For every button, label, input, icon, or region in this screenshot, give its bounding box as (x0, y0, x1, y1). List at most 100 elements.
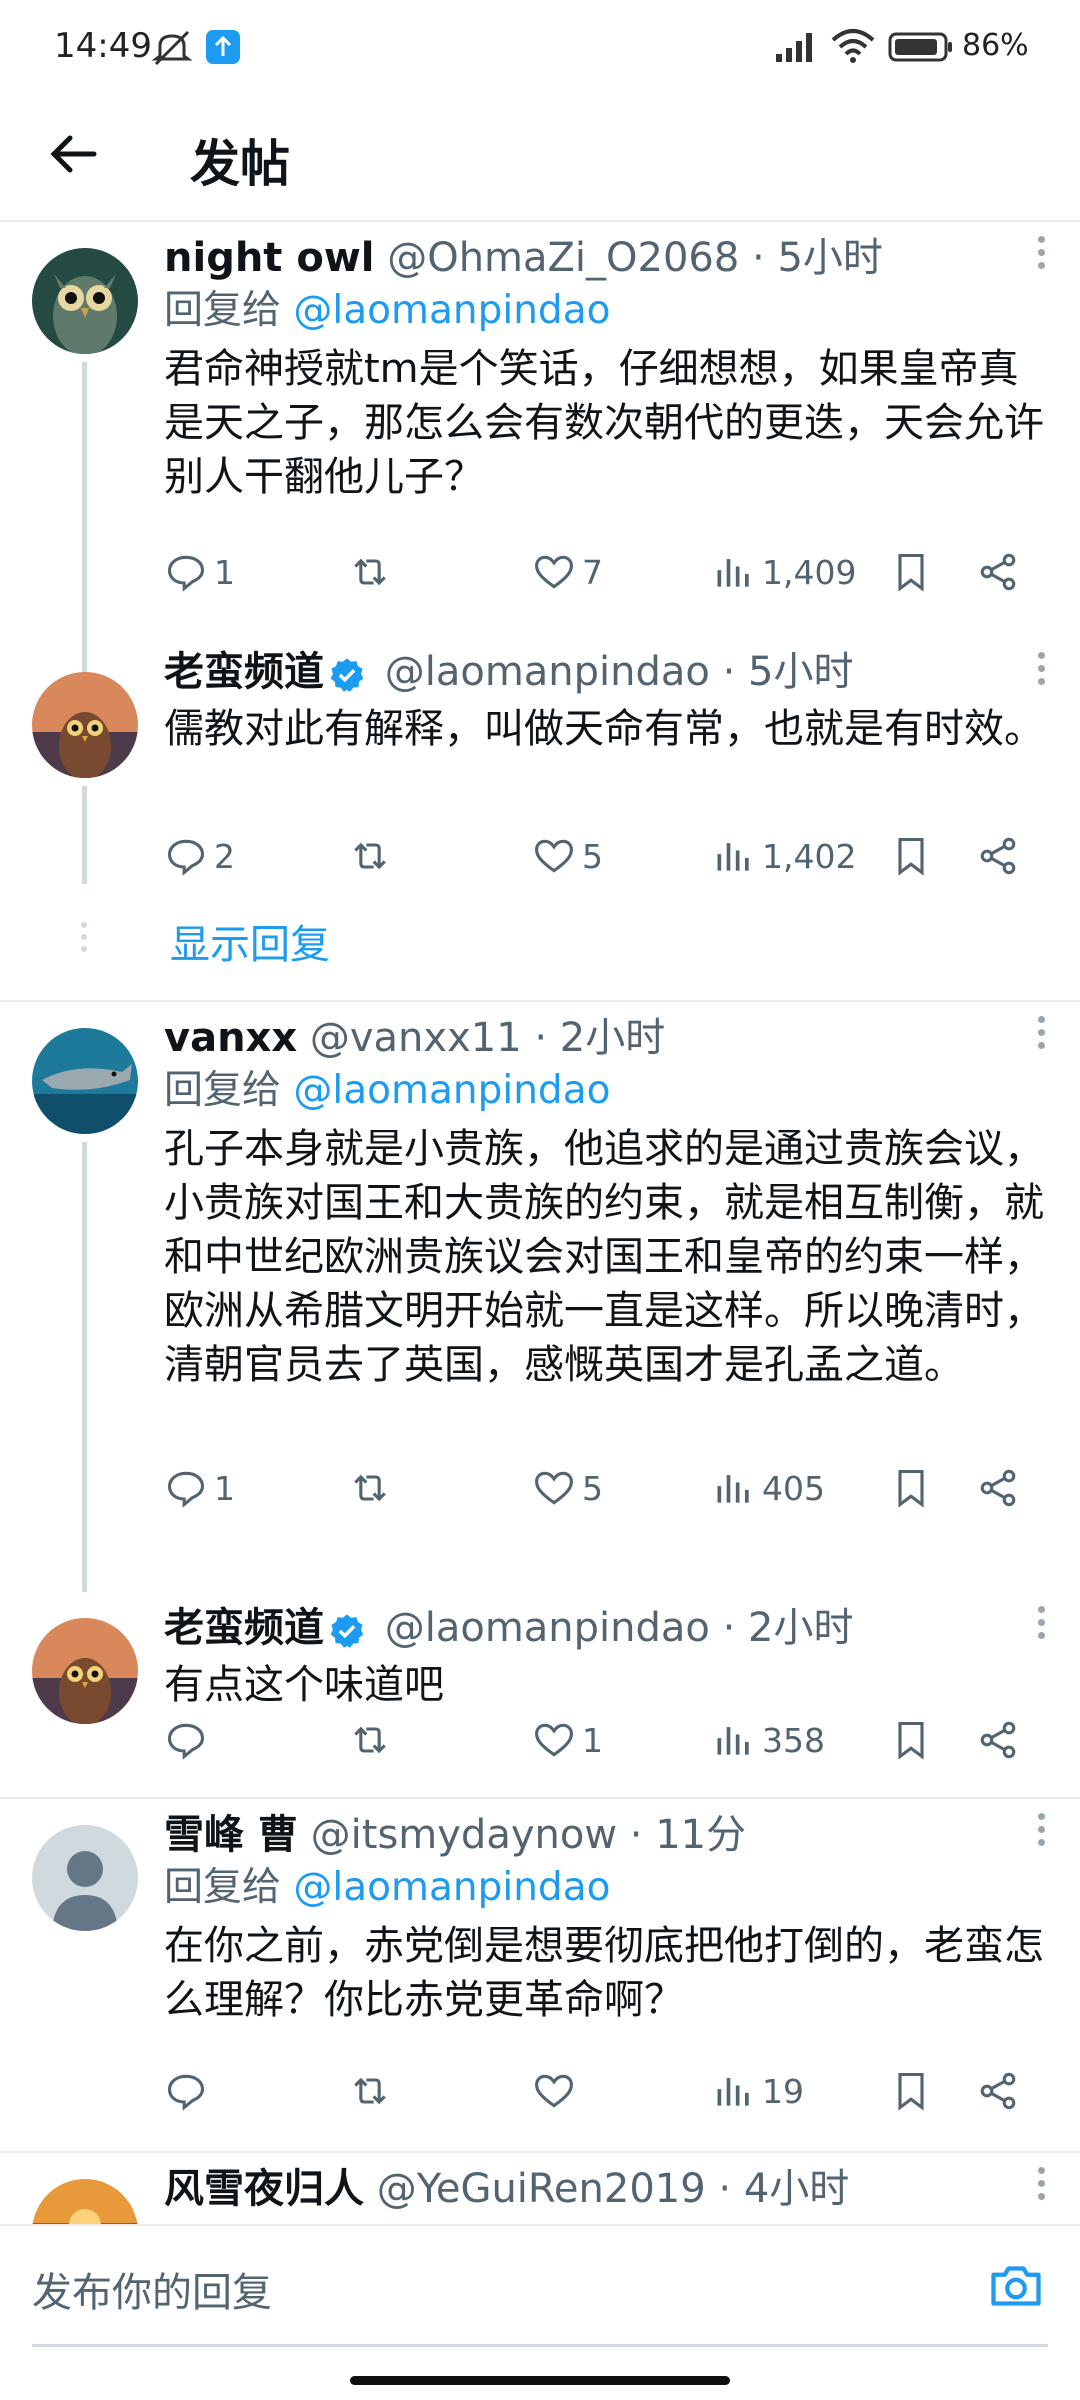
author-handle[interactable]: @itsmydaynow (311, 1812, 617, 1858)
author-name[interactable]: 风雪夜归人 (164, 2166, 364, 2212)
author-name[interactable]: vanxx (164, 1015, 297, 1061)
reply-icon (167, 1723, 205, 1760)
reply-button[interactable]: 1 (164, 542, 235, 602)
views-chart-icon (717, 1727, 749, 1755)
retweet-icon (354, 842, 386, 870)
views-button[interactable]: 1,409 (712, 542, 856, 602)
wifi-icon (830, 28, 876, 68)
avatar[interactable] (32, 248, 138, 354)
reply-feed: night owl @OhmaZi_O2068 · 5小时 回复给 @laoma… (0, 222, 1080, 2224)
bookmark-button[interactable] (889, 542, 933, 602)
reply-to-line: 回复给 @laomanpindao (164, 284, 1052, 338)
heart-icon (535, 555, 573, 589)
author-handle[interactable]: @laomanpindao (385, 649, 710, 695)
reply-input-placeholder[interactable]: 发布你的回复 (32, 2260, 272, 2318)
status-time: 14:49 (54, 26, 152, 66)
share-button[interactable] (976, 1710, 1020, 1770)
reply-to-line: 回复给 @laomanpindao (164, 1064, 1052, 1118)
tweet-content: 老蛮频道 @laomanpindao · 2小时 有点这个味道吧 (164, 1602, 1052, 1712)
like-button[interactable]: 5 (532, 826, 603, 886)
bookmark-button[interactable] (889, 1458, 933, 1518)
tweet-content: night owl @OhmaZi_O2068 · 5小时 回复给 @laoma… (164, 232, 1052, 504)
reply-tweet[interactable]: 老蛮频道 @laomanpindao · 2小时 有点这个味道吧 1 358 (0, 1592, 1080, 1797)
tweet-text: 孔子本身就是小贵族，他追求的是通过贵族会议，小贵族对国王和大贵族的约束，就是相互… (164, 1126, 1044, 1388)
retweet-button[interactable] (348, 1710, 398, 1770)
retweet-button[interactable] (348, 542, 398, 602)
reply-to-label: 回复给 (164, 1865, 282, 1910)
tweet-text: 儒教对此有解释，叫做天命有常，也就是有时效。 (164, 706, 1044, 752)
back-arrow-icon[interactable] (44, 124, 104, 184)
share-icon (980, 837, 1016, 875)
tweet-header: 雪峰 曹 @itsmydaynow · 11分 (164, 1809, 1052, 1861)
reply-button[interactable] (164, 2061, 214, 2121)
mute-icon (150, 28, 194, 72)
like-button[interactable] (532, 2061, 582, 2121)
author-name[interactable]: 雪峰 曹 (164, 1812, 298, 1858)
reply-to-line: 回复给 @laomanpindao (164, 1861, 1052, 1915)
tweet-time: · 5小时 (752, 235, 883, 281)
heart-icon (535, 2074, 573, 2108)
views-button[interactable]: 1,402 (712, 826, 856, 886)
retweet-button[interactable] (348, 826, 398, 886)
reply-tweet[interactable]: 风雪夜归人 @YeGuiRen2019 · 4小时 (0, 2153, 1080, 2224)
tweet-header: 风雪夜归人 @YeGuiRen2019 · 4小时 (164, 2163, 1052, 2215)
share-button[interactable] (976, 2061, 1020, 2121)
share-button[interactable] (976, 826, 1020, 886)
views-chart-icon (717, 843, 749, 871)
bookmark-icon (898, 837, 924, 876)
tweet-header: 老蛮频道 @laomanpindao · 2小时 (164, 1602, 1052, 1654)
share-button[interactable] (976, 542, 1020, 602)
reply-composer[interactable]: 发布你的回复 (0, 2224, 1080, 2350)
avatar[interactable] (32, 1028, 138, 1134)
camera-icon[interactable] (986, 2256, 1046, 2316)
like-count: 7 (582, 552, 603, 592)
author-handle[interactable]: @OhmaZi_O2068 (387, 235, 739, 281)
views-button[interactable]: 405 (712, 1458, 825, 1518)
author-name[interactable]: night owl (164, 235, 375, 281)
views-button[interactable]: 358 (712, 1710, 825, 1770)
action-bar: 1 358 (164, 1710, 1044, 1770)
show-replies-link[interactable]: 显示回复 (170, 912, 330, 970)
bookmark-button[interactable] (889, 826, 933, 886)
author-name[interactable]: 老蛮频道 (164, 1605, 324, 1651)
views-chart-icon (717, 1475, 749, 1503)
tweet-content: 风雪夜归人 @YeGuiRen2019 · 4小时 (164, 2163, 1052, 2215)
author-name[interactable]: 老蛮频道 (164, 649, 324, 695)
reply-button[interactable] (164, 1710, 214, 1770)
retweet-button[interactable] (348, 2061, 398, 2121)
author-handle[interactable]: @vanxx11 (310, 1015, 522, 1061)
retweet-button[interactable] (348, 1458, 398, 1518)
like-button[interactable]: 1 (532, 1710, 603, 1770)
status-bar: 14:49 86% (0, 0, 1080, 96)
like-button[interactable]: 7 (532, 542, 603, 602)
view-count: 19 (762, 2071, 804, 2111)
bookmark-icon (898, 2072, 924, 2111)
bookmark-button[interactable] (889, 2061, 933, 2121)
reply-button[interactable]: 2 (164, 826, 235, 886)
bookmark-button[interactable] (889, 1710, 933, 1770)
reply-tweet[interactable]: vanxx @vanxx11 · 2小时 回复给 @laomanpindao 孔… (0, 1002, 1080, 1592)
share-button[interactable] (976, 1458, 1020, 1518)
avatar[interactable] (32, 1618, 138, 1724)
like-count: 5 (582, 1468, 603, 1508)
author-handle[interactable]: @YeGuiRen2019 (377, 2166, 706, 2212)
like-button[interactable]: 5 (532, 1458, 603, 1518)
reply-tweet[interactable]: 老蛮频道 @laomanpindao · 5小时 儒教对此有解释，叫做天命有常，… (0, 622, 1080, 1002)
reply-tweet[interactable]: 雪峰 曹 @itsmydaynow · 11分 回复给 @laomanpinda… (0, 1799, 1080, 2151)
reply-to-handle[interactable]: @laomanpindao (293, 288, 610, 333)
reply-button[interactable]: 1 (164, 1458, 235, 1518)
heart-icon (535, 1471, 573, 1505)
default-avatar[interactable] (32, 1825, 138, 1931)
page-title: 发帖 (190, 135, 290, 193)
thread-continuation-dots (80, 922, 88, 958)
views-button[interactable]: 19 (712, 2061, 804, 2121)
avatar[interactable] (32, 2179, 138, 2224)
avatar[interactable] (32, 672, 138, 778)
retweet-icon (354, 1474, 386, 1502)
share-icon (980, 553, 1016, 591)
reply-to-handle[interactable]: @laomanpindao (293, 1865, 610, 1910)
gesture-home-bar[interactable] (350, 2376, 730, 2385)
upload-notification-icon (206, 30, 240, 68)
reply-to-handle[interactable]: @laomanpindao (293, 1068, 610, 1113)
author-handle[interactable]: @laomanpindao (385, 1605, 710, 1651)
